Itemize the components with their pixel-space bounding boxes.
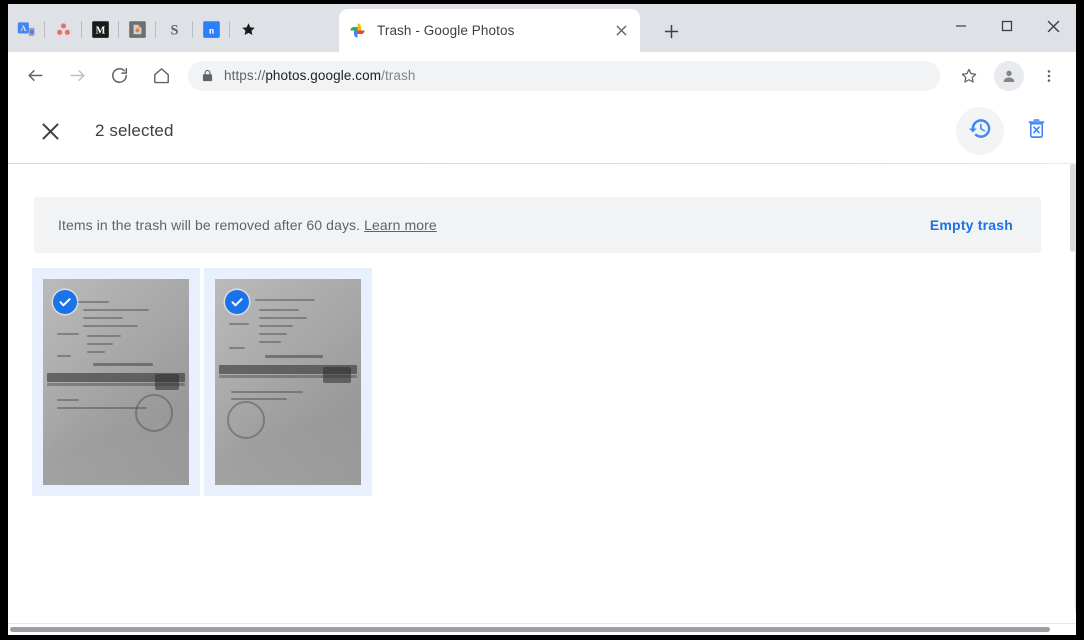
pinned-separator (44, 20, 45, 38)
trash-photo-1[interactable] (32, 268, 200, 496)
pinned-separator (81, 20, 82, 38)
back-arrow-icon[interactable] (18, 59, 52, 93)
close-icon[interactable] (1030, 4, 1076, 48)
lock-icon (202, 69, 213, 82)
photo-thumbnail (215, 279, 361, 485)
pinned-tab-medium[interactable]: M (87, 16, 113, 42)
trash-photo-2[interactable] (204, 268, 372, 496)
photo-selected-checkmark[interactable] (225, 290, 249, 314)
photo-selected-checkmark[interactable] (53, 290, 77, 314)
delete-forever-icon (1025, 117, 1048, 145)
url-scheme: https:// (224, 68, 266, 83)
trash-retention-text: Items in the trash will be removed after… (58, 217, 930, 233)
home-icon[interactable] (144, 59, 178, 93)
svg-text:n: n (208, 26, 214, 36)
selection-count-label: 2 selected (95, 121, 174, 140)
pinned-separator (192, 20, 193, 38)
forward-arrow-icon[interactable] (60, 59, 94, 93)
pinned-tab-google-translate[interactable]: A (13, 16, 39, 42)
restore-icon (968, 116, 993, 146)
svg-text:A: A (20, 23, 27, 33)
profile-avatar-icon[interactable] (994, 60, 1024, 91)
horizontal-scrollbar-thumb[interactable] (10, 627, 1050, 632)
trash-scroll-area[interactable]: Items in the trash will be removed after… (8, 164, 1076, 611)
selection-actions (948, 107, 1060, 155)
reload-icon[interactable] (102, 59, 136, 93)
delete-forever-button[interactable] (1012, 107, 1060, 155)
tab-strip: A M S n Trash - Google Photos (8, 4, 1076, 52)
browser-tab-title: Trash - Google Photos (377, 23, 515, 38)
browser-toolbar: https://photos.google.com/trash (8, 52, 1076, 99)
url-path: /trash (381, 68, 416, 83)
pinned-tab-notion[interactable]: n (198, 16, 224, 42)
empty-trash-button[interactable]: Empty trash (930, 217, 1013, 233)
photo-thumbnail (43, 279, 189, 485)
pinned-separator (155, 20, 156, 38)
browser-tab-active[interactable]: Trash - Google Photos (339, 9, 640, 52)
pinned-tab-evernote[interactable] (124, 16, 150, 42)
selection-header: 2 selected (8, 99, 1076, 163)
minimize-icon[interactable] (938, 4, 984, 48)
trash-retention-banner: Items in the trash will be removed after… (34, 197, 1041, 253)
close-selection-button[interactable] (30, 111, 70, 151)
google-photos-icon (349, 22, 366, 39)
close-icon[interactable] (612, 22, 630, 40)
maximize-icon[interactable] (984, 4, 1030, 48)
content-right-edge (1075, 164, 1076, 611)
pinned-tab-scribd[interactable]: S (161, 16, 187, 42)
browser-window: A M S n Trash - Google Photos https://ph… (8, 4, 1076, 635)
pinned-tab-asana[interactable] (50, 16, 76, 42)
address-bar[interactable]: https://photos.google.com/trash (188, 60, 940, 91)
three-dot-menu-icon[interactable] (1032, 59, 1066, 93)
new-tab-button[interactable] (656, 16, 686, 46)
restore-from-trash-button[interactable] (956, 107, 1004, 155)
window-controls (938, 4, 1076, 48)
svg-text:M: M (95, 25, 105, 36)
pinned-tabs: A M S n (10, 10, 264, 48)
star-icon[interactable] (952, 59, 986, 93)
trash-photo-grid (32, 268, 376, 496)
retention-message: Items in the trash will be removed after… (58, 217, 361, 233)
svg-text:S: S (170, 22, 178, 38)
pinned-separator (118, 20, 119, 38)
horizontal-scrollbar[interactable] (8, 623, 1076, 635)
pinned-tab-bookmark[interactable] (235, 16, 261, 42)
screen-frame: A M S n Trash - Google Photos https://ph… (0, 0, 1084, 640)
address-bar-url: https://photos.google.com/trash (224, 68, 415, 83)
learn-more-link[interactable]: Learn more (364, 217, 437, 233)
page-content: 2 selected Items in the trash will be re… (8, 99, 1076, 635)
pinned-separator (229, 20, 230, 38)
url-host: photos.google.com (265, 68, 382, 83)
